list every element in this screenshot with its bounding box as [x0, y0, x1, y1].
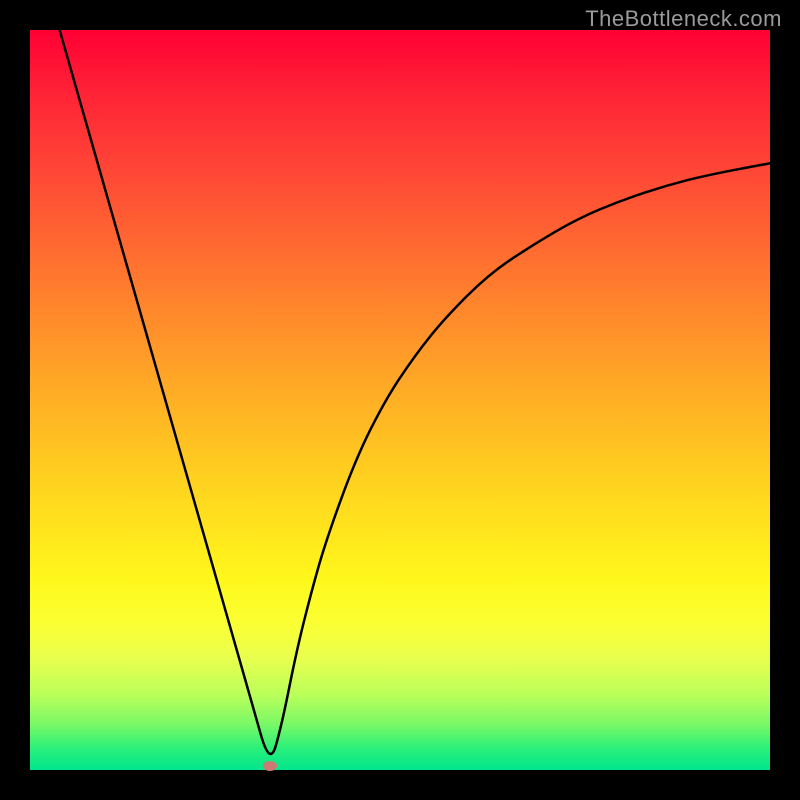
- chart-container: TheBottleneck.com: [0, 0, 800, 800]
- curve-minimum-marker: [263, 761, 277, 771]
- plot-area: [30, 30, 770, 770]
- attribution-text: TheBottleneck.com: [585, 6, 782, 32]
- bottleneck-curve: [30, 30, 770, 770]
